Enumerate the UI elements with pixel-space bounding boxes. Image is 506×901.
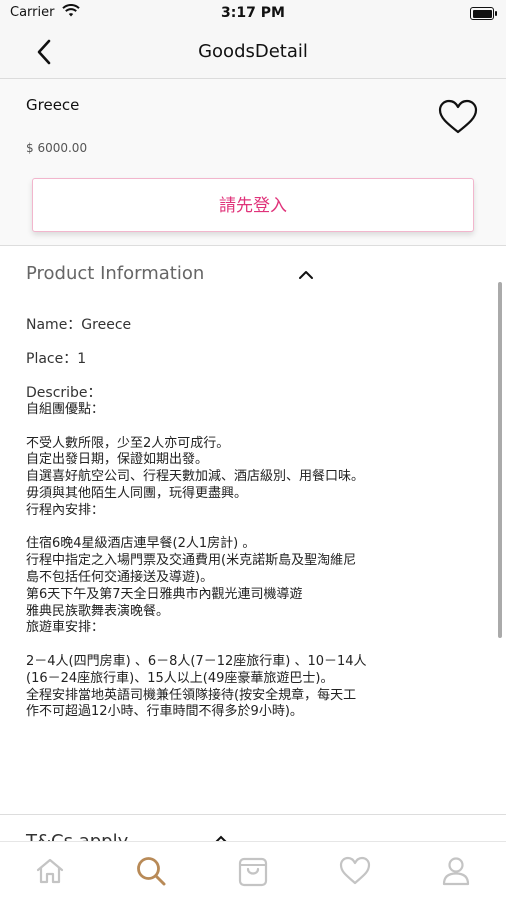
navigation-bar: GoodsDetail	[0, 26, 506, 79]
page-title: GoodsDetail	[198, 41, 308, 62]
tc-section-title: T&Cs apply	[26, 831, 128, 841]
heart-outline-icon[interactable]	[436, 97, 480, 137]
goods-price: $ 6000.00	[26, 141, 88, 155]
product-info-title: Product Information	[26, 263, 205, 284]
tc-section[interactable]: T&Cs apply	[0, 815, 506, 841]
chevron-up-icon[interactable]	[294, 262, 318, 286]
goods-name: Greece	[26, 96, 80, 114]
product-describe-label: Describe：	[26, 385, 102, 401]
goods-header: Greece $ 6000.00 請先登入	[0, 79, 506, 245]
chevron-up-icon[interactable]	[214, 833, 228, 841]
scrollbar[interactable]	[498, 282, 502, 638]
user-icon[interactable]	[438, 854, 474, 888]
product-description: 自組團優點： 不受人數所限，少至2人亦可成行。 自定出發日期，保證如期出發。 自…	[26, 402, 367, 720]
product-info-section: Product Information Name：Greece Place：1 …	[0, 246, 506, 814]
status-bar: Carrier 3:17 PM	[0, 0, 506, 26]
status-time: 3:17 PM	[221, 5, 285, 21]
battery-icon	[470, 7, 497, 20]
product-place-line: Place：1	[26, 351, 87, 367]
search-icon[interactable]	[133, 854, 169, 888]
heart-icon[interactable]	[337, 854, 373, 888]
shopping-bag-icon[interactable]	[235, 854, 271, 888]
login-button[interactable]: 請先登入	[32, 178, 474, 232]
product-name-line: Name：Greece	[26, 317, 132, 333]
home-icon[interactable]	[32, 854, 68, 888]
tab-bar	[0, 841, 506, 901]
